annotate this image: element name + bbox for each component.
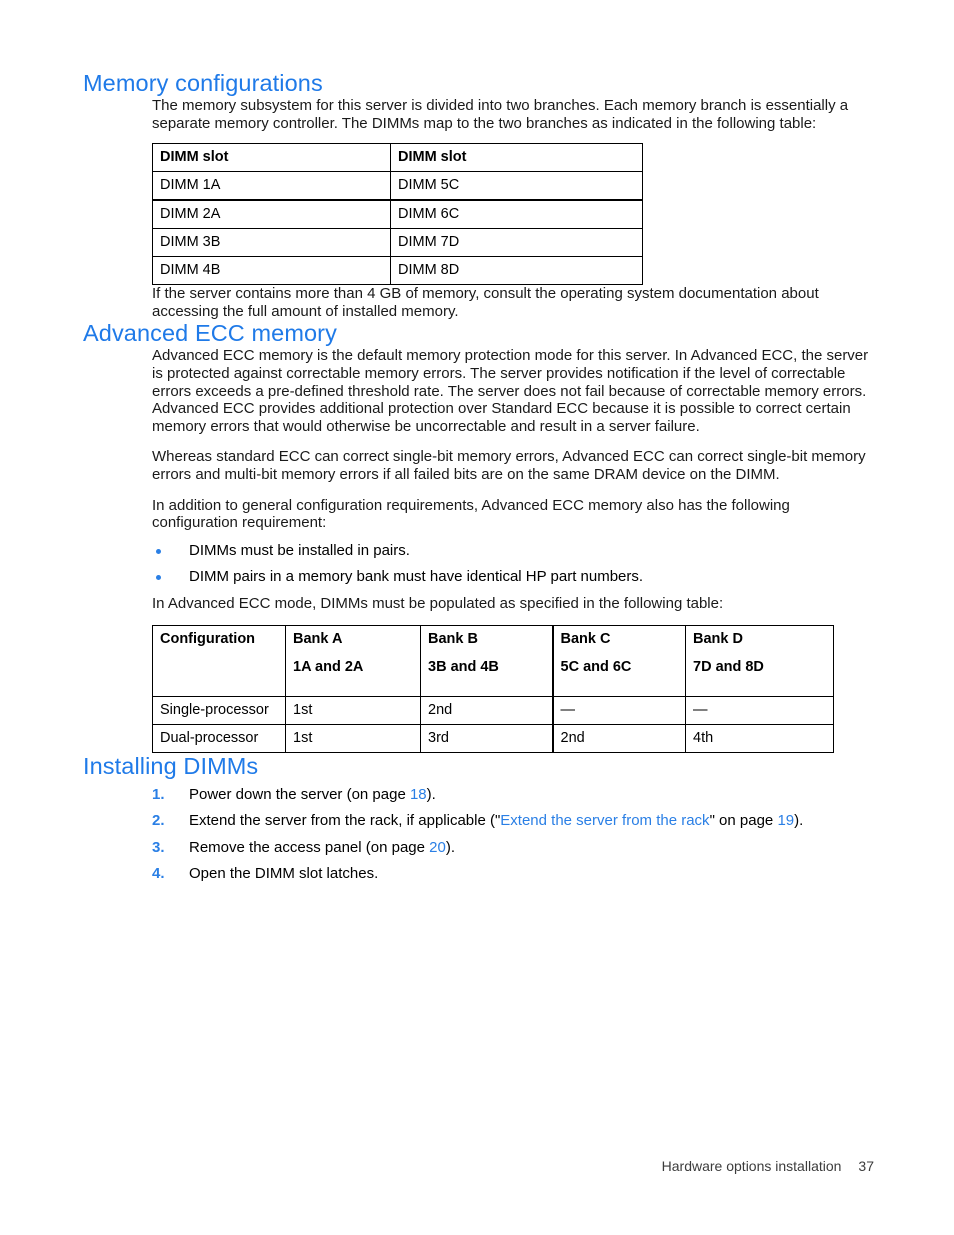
advanced-ecc-table-intro: In Advanced ECC mode, DIMMs must be popu… — [152, 594, 724, 612]
bullet-dot-icon — [156, 575, 161, 581]
list-item: 3. Remove the access panel (on page 20). — [152, 839, 873, 857]
advanced-ecc-population-table: Configuration Bank A 1A and 2A Bank B 3B… — [152, 624, 834, 753]
column-header-subtitle: 7D and 8D — [693, 658, 764, 675]
list-item: DIMM pairs in a memory bank must have id… — [152, 568, 873, 586]
column-header-bank-c: Bank C 5C and 6C — [551, 624, 686, 697]
column-header-title: Bank C — [560, 630, 611, 647]
cell-dimm-right: DIMM 7D — [390, 228, 643, 258]
step-text-post: ). — [445, 838, 456, 856]
table-row: DIMM 4B DIMM 8D — [152, 256, 643, 286]
cell-bank-c: — — [551, 695, 686, 725]
column-header-subtitle: 3B and 4B — [428, 658, 499, 675]
installing-dimms-steps: 1. Power down the server (on page 18). 2… — [152, 786, 873, 883]
installing-dimms-body: 1. Power down the server (on page 18). 2… — [152, 786, 873, 883]
cell-bank-b: 2nd — [420, 695, 553, 725]
step-text-pre: Extend the server from the rack, if appl… — [189, 812, 501, 830]
list-item: 1. Power down the server (on page 18). — [152, 786, 873, 804]
list-item-label: DIMM pairs in a memory bank must have id… — [189, 568, 644, 586]
table-row: Dual-processor 1st 3rd 2nd 4th — [152, 723, 834, 753]
table-row: Single-processor 1st 2nd — — — [152, 695, 834, 725]
step-text-mid: " on page — [709, 812, 778, 830]
page-content: Memory configurations The memory subsyst… — [83, 70, 873, 892]
advanced-ecc-paragraph-2: Whereas standard ECC can correct single-… — [152, 448, 866, 483]
advanced-ecc-paragraph-1: Advanced ECC memory is the default memor… — [152, 347, 869, 435]
document-page: Memory configurations The memory subsyst… — [0, 0, 954, 1235]
list-item: DIMMs must be installed in pairs. — [152, 542, 873, 560]
list-item-label: DIMMs must be installed in pairs. — [189, 541, 410, 559]
list-item: 4. Open the DIMM slot latches. — [152, 865, 873, 883]
footer-label: Hardware options installation — [661, 1158, 842, 1174]
page-reference-link[interactable]: 19 — [777, 812, 794, 829]
advanced-ecc-requirements-list: DIMMs must be installed in pairs. DIMM p… — [152, 542, 873, 586]
memory-configurations-body: The memory subsystem for this server is … — [152, 97, 873, 320]
step-number: 3. — [152, 838, 165, 856]
cell-dimm-left: DIMM 2A — [152, 199, 391, 230]
memory-configurations-note: If the server contains more than 4 GB of… — [152, 285, 819, 320]
cell-dimm-right: DIMM 8D — [390, 256, 643, 286]
cell-bank-d: 4th — [685, 723, 834, 753]
step-text-pre: Open the DIMM slot latches. — [189, 865, 379, 883]
table-row: DIMM 2A DIMM 6C — [152, 199, 643, 230]
cell-dimm-left: DIMM 4B — [152, 256, 391, 286]
bullet-dot-icon — [156, 548, 161, 554]
section-heading-advanced-ecc: Advanced ECC memory — [83, 320, 337, 347]
cross-reference-link[interactable]: Extend the server from the rack — [500, 812, 709, 829]
page-footer: Hardware options installation 37 — [0, 1158, 954, 1174]
advanced-ecc-paragraph-3: In addition to general configuration req… — [152, 496, 790, 532]
column-header-bank-d: Bank D 7D and 8D — [685, 624, 834, 697]
step-number: 2. — [152, 812, 165, 830]
column-header-title: Configuration — [160, 630, 256, 647]
cell-dimm-right: DIMM 5C — [390, 171, 643, 202]
table-row: DIMM 1A DIMM 5C — [152, 171, 643, 202]
cell-configuration: Single-processor — [152, 695, 286, 725]
table-row: DIMM 3B DIMM 7D — [152, 228, 643, 258]
advanced-ecc-body: Advanced ECC memory is the default memor… — [152, 347, 873, 753]
step-number: 1. — [152, 785, 165, 803]
memory-configurations-intro: The memory subsystem for this server is … — [152, 97, 849, 132]
column-header-dimm-slot-left: DIMM slot — [152, 143, 391, 173]
footer-page-number: 37 — [858, 1158, 874, 1174]
dimm-slot-table: DIMM slot DIMM slot DIMM 1A DIMM 5C DIMM… — [152, 143, 643, 286]
cell-bank-d: — — [685, 695, 834, 725]
step-text-post: ). — [794, 812, 804, 830]
column-header-title: Bank D — [693, 630, 743, 647]
cell-bank-a: 1st — [285, 695, 421, 725]
column-header-bank-a: Bank A 1A and 2A — [285, 624, 421, 697]
page-reference-link[interactable]: 18 — [410, 786, 427, 803]
page-title: Memory configurations — [83, 70, 323, 96]
cell-dimm-left: DIMM 3B — [152, 228, 391, 258]
column-header-subtitle: 1A and 2A — [293, 658, 364, 675]
cell-bank-c: 2nd — [551, 723, 686, 753]
section-heading-installing-dimms: Installing DIMMs — [83, 752, 259, 779]
list-item: 2. Extend the server from the rack, if a… — [152, 812, 873, 830]
step-number: 4. — [152, 865, 165, 883]
cell-bank-a: 1st — [285, 723, 421, 753]
cell-dimm-right: DIMM 6C — [390, 199, 643, 230]
column-header-configuration: Configuration — [152, 624, 286, 697]
column-header-title: Bank A — [293, 630, 343, 647]
step-text-pre: Power down the server (on page — [189, 785, 410, 803]
column-header-title: Bank B — [428, 630, 478, 647]
table-header-row: DIMM slot DIMM slot — [152, 143, 643, 173]
step-text-post: ). — [426, 785, 436, 803]
table-header-row: Configuration Bank A 1A and 2A Bank B 3B… — [152, 624, 834, 697]
cell-dimm-left: DIMM 1A — [152, 171, 391, 202]
column-header-bank-b: Bank B 3B and 4B — [420, 624, 553, 697]
column-header-subtitle: 5C and 6C — [560, 658, 632, 675]
cell-configuration: Dual-processor — [152, 723, 286, 753]
step-text-pre: Remove the access panel (on page — [189, 838, 430, 856]
page-reference-link[interactable]: 20 — [429, 839, 446, 856]
cell-bank-b: 3rd — [420, 723, 553, 753]
column-header-dimm-slot-right: DIMM slot — [390, 143, 643, 173]
